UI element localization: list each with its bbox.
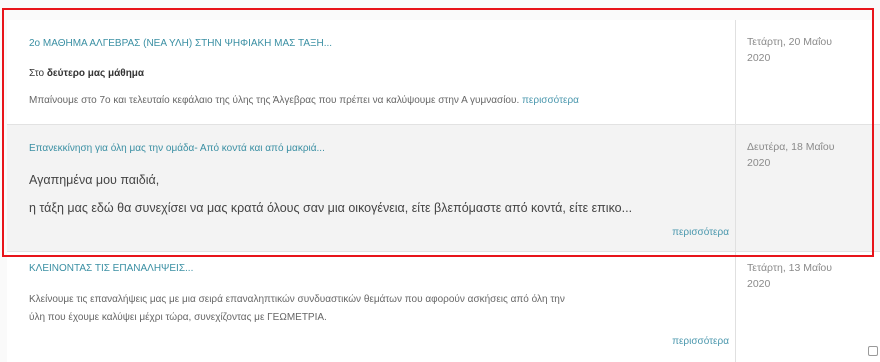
post-excerpt-line: Αγαπημένα μου παιδιά, [29,173,160,187]
post-title-link[interactable]: 2ο ΜΑΘΗΜΑ ΑΛΓΕΒΡΑΣ (ΝΕΑ ΥΛΗ) ΣΤΗΝ ΨΗΦΙΑΚ… [29,38,332,49]
post-row: ΚΛΕΙΝΟΝΤΑΣ ΤΙΣ ΕΠΑΝΑΛΗΨΕΙΣ... Κλείνουμε … [7,252,880,362]
post-excerpt-text: Μπαίνουμε στο 7ο και τελευταίο κεφάλαιο … [29,95,520,106]
post-date-year: 2020 [747,157,771,169]
post-date-day: Τετάρτη, 20 Μαΐου [747,36,832,48]
post-content: ΚΛΕΙΝΟΝΤΑΣ ΤΙΣ ΕΠΑΝΑΛΗΨΕΙΣ... Κλείνουμε … [7,252,736,362]
post-excerpt-line: ύλη που έχουμε καλύψει μέχρι τώρα, συνεχ… [29,312,327,323]
read-more-link[interactable]: περισσότερα [672,227,729,238]
post-date-day: Τετάρτη, 13 Μαΐου [747,262,832,274]
post-date: Τετάρτη, 13 Μαΐου 2020 [747,260,867,292]
read-more-link[interactable]: περισσότερα [522,95,579,106]
post-excerpt-bold: δεύτερο μας μάθημα [46,68,145,79]
post-date: Δευτέρα, 18 Μαΐου 2020 [747,139,867,171]
post-excerpt-line: η τάξη μας εδώ θα συνεχίσει να μας κρατά… [29,201,633,215]
post-row: 2ο ΜΑΘΗΜΑ ΑΛΓΕΒΡΑΣ (ΝΕΑ ΥΛΗ) ΣΤΗΝ ΨΗΦΙΑΚ… [7,20,880,125]
resize-handle-icon[interactable] [868,346,878,356]
post-content: Επανεκκίνηση για όλη μας την ομάδα- Από … [7,125,736,251]
post-title-link[interactable]: ΚΛΕΙΝΟΝΤΑΣ ΤΙΣ ΕΠΑΝΑΛΗΨΕΙΣ... [29,263,193,274]
post-excerpt-line: Κλείνουμε τις επαναλήψεις μας με μια σει… [29,294,565,305]
read-more-link[interactable]: περισσότερα [672,336,729,347]
post-list: 2ο ΜΑΘΗΜΑ ΑΛΓΕΒΡΑΣ (ΝΕΑ ΥΛΗ) ΣΤΗΝ ΨΗΦΙΑΚ… [0,0,880,362]
post-content: 2ο ΜΑΘΗΜΑ ΑΛΓΕΒΡΑΣ (ΝΕΑ ΥΛΗ) ΣΤΗΝ ΨΗΦΙΑΚ… [7,20,736,124]
post-excerpt-line: Στο δεύτερο μας μάθημα [29,68,144,79]
post-date: Τετάρτη, 20 Μαΐου 2020 [747,34,867,66]
post-date-day: Δευτέρα, 18 Μαΐου [747,141,835,153]
post-excerpt-line: Μπαίνουμε στο 7ο και τελευταίο κεφάλαιο … [29,95,579,106]
post-excerpt-prefix: Στο [29,68,47,79]
post-row: Επανεκκίνηση για όλη μας την ομάδα- Από … [7,125,880,252]
post-title-link[interactable]: Επανεκκίνηση για όλη μας την ομάδα- Από … [29,143,325,154]
post-date-year: 2020 [747,278,771,290]
post-date-year: 2020 [747,52,771,64]
